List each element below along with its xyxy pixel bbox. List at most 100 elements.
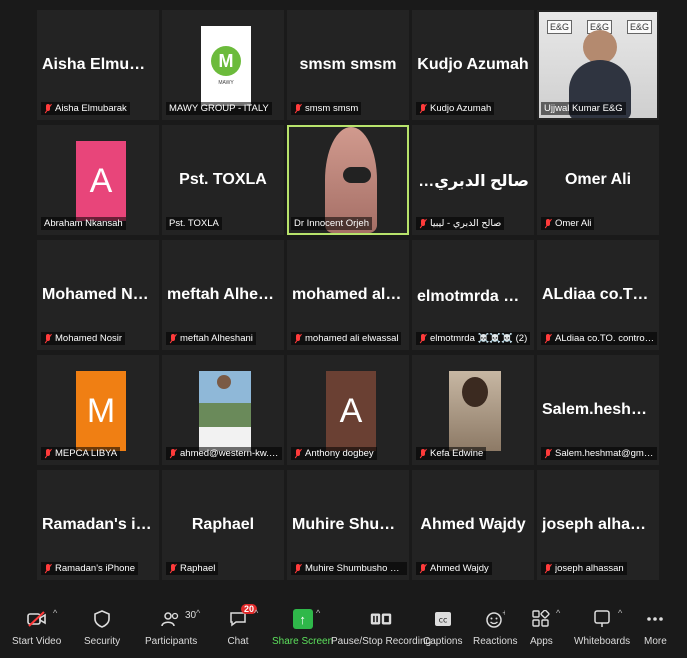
participant-tile[interactable]: Omer Ali Omer Ali [537, 125, 659, 235]
reactions-button[interactable]: + Reactions [473, 608, 517, 647]
pause-stop-icon [370, 608, 392, 630]
participant-display-name: Pst. TOXLA [179, 171, 267, 188]
nameplate: Muhire Shumbusho Christian [291, 562, 407, 575]
participant-tile[interactable]: Mohamed Nosir Mohamed Nosir [37, 240, 159, 350]
pause-stop-recording-button[interactable]: Pause/Stop Recording [331, 608, 431, 647]
participant-name: Anthony dogbey [305, 448, 374, 459]
participant-tile[interactable]: A Anthony dogbey [287, 355, 409, 465]
participant-tile[interactable]: Raphael Raphael [162, 470, 284, 580]
more-button[interactable]: More [644, 608, 667, 647]
share-screen-button[interactable]: ↑ Share Screen [272, 608, 333, 647]
apps-options-caret[interactable]: ^ [556, 608, 560, 618]
video-off-icon [26, 608, 48, 630]
participant-tile[interactable]: mohamed ali el... mohamed ali elwassal [287, 240, 409, 350]
participant-tile[interactable]: ALdiaa co.TO. c... ALdiaa co.TO. control… [537, 240, 659, 350]
emoji-icon: + [484, 608, 506, 630]
whiteboard-icon [591, 608, 613, 630]
participant-name: elmotmrda ☠️☠️☠️ (2) [430, 333, 528, 344]
participant-tile-active-speaker[interactable]: Dr Innocent Orjeh [287, 125, 409, 235]
participants-options-caret[interactable]: ^ [196, 608, 200, 618]
participants-button[interactable]: 30 Participants [145, 608, 197, 647]
nameplate: Anthony dogbey [291, 447, 377, 460]
share-options-caret[interactable]: ^ [316, 608, 320, 618]
mic-off-icon [544, 333, 552, 344]
participants-count: 30 [185, 610, 197, 621]
participant-name: Kefa Edwine [430, 448, 484, 459]
participant-name: Dr Innocent Orjeh [294, 218, 369, 229]
participant-tile[interactable]: Ramadan's iPho... Ramadan's iPhone [37, 470, 159, 580]
nameplate: MEPCA LIBYA [41, 447, 121, 460]
whiteboards-label: Whiteboards [574, 636, 631, 647]
mic-off-icon [544, 563, 552, 574]
mic-off-icon [294, 563, 302, 574]
captions-button[interactable]: cc Captions [423, 608, 462, 647]
svg-text:cc: cc [438, 616, 447, 625]
person-head [583, 30, 617, 64]
participant-name: Omer Ali [555, 218, 592, 229]
mawy-logo-icon: M [211, 46, 241, 76]
mic-off-icon [544, 448, 552, 459]
eg-logo: E&G [627, 20, 653, 34]
participant-tile[interactable]: Kudjo Azumah Kudjo Azumah [412, 10, 534, 120]
nameplate: elmotmrda ☠️☠️☠️ (2) [416, 332, 531, 345]
participant-name: Ahmed Wajdy [430, 563, 489, 574]
participant-tile[interactable]: Ahmed Wajdy Ahmed Wajdy [412, 470, 534, 580]
video-options-caret[interactable]: ^ [53, 608, 57, 618]
participant-name: Ramadan's iPhone [55, 563, 135, 574]
avatar: A [76, 141, 126, 221]
participant-tile[interactable]: Salem.heshmat... Salem.heshmat@gmail.com [537, 355, 659, 465]
participant-tile[interactable]: Kefa Edwine [412, 355, 534, 465]
participant-tile[interactable]: A Abraham Nkansah [37, 125, 159, 235]
chat-button[interactable]: 20 Chat [227, 604, 257, 647]
mic-off-icon [44, 103, 52, 114]
mic-off-icon [419, 563, 427, 574]
participant-tile[interactable]: smsm smsm smsm smsm [287, 10, 409, 120]
participant-display-name: meftah Alheshani [167, 286, 282, 303]
participant-tile[interactable]: ahmed@western-kw.com [162, 355, 284, 465]
participant-tile[interactable]: meftah Alheshani meftah Alheshani [162, 240, 284, 350]
participant-name: MEPCA LIBYA [55, 448, 118, 459]
participant-display-name: Ramadan's iPho... [42, 516, 157, 533]
share-screen-label: Share Screen [272, 636, 334, 647]
participant-tile[interactable]: Pst. TOXLA Pst. TOXLA [162, 125, 284, 235]
participant-tile[interactable]: E&G E&G E&G Ujjwal Kumar E&G [537, 10, 659, 120]
security-button[interactable]: Security [84, 608, 120, 647]
participant-tile[interactable]: M MEPCA LIBYA [37, 355, 159, 465]
participant-grid: Aisha Elmubarak Aisha Elmubarak M MAWY M… [37, 10, 659, 580]
mic-off-icon [294, 333, 302, 344]
eg-logo: E&G [547, 20, 573, 34]
participant-tile[interactable]: elmotmrda ☠️� elmotmrda ☠️☠️☠️ (2) [412, 240, 534, 350]
participant-tile[interactable]: M MAWY MAWY GROUP - ITALY [162, 10, 284, 120]
nameplate: Ujjwal Kumar E&G [541, 102, 626, 115]
mic-off-icon [419, 218, 427, 229]
participant-display-name: Aisha Elmubarak [42, 56, 157, 73]
participant-tile[interactable]: صالح الدبري - ليبيا صالح الدبري - ليبيا [412, 125, 534, 235]
reactions-label: Reactions [473, 636, 518, 647]
participant-name: Pst. TOXLA [169, 218, 219, 229]
participant-tile[interactable]: Muhire Shumb... Muhire Shumbusho Christi… [287, 470, 409, 580]
captions-label: Captions [423, 636, 463, 647]
apps-button[interactable]: Apps [530, 608, 553, 647]
nameplate: Aisha Elmubarak [41, 102, 130, 115]
participant-display-name: صالح الدبري - ليبيا [414, 173, 529, 190]
participant-display-name: Raphael [191, 516, 255, 533]
mic-off-icon [419, 103, 427, 114]
mic-off-icon [419, 333, 427, 344]
participant-display-name: Mohamed Nosir [42, 286, 157, 303]
participant-name: MAWY GROUP - ITALY [169, 103, 269, 114]
participant-name: ahmed@western-kw.com [180, 448, 281, 459]
participant-tile[interactable]: joseph alhassan joseph alhassan [537, 470, 659, 580]
mic-off-icon [544, 218, 552, 229]
pause-stop-recording-label: Pause/Stop Recording [331, 636, 432, 647]
nameplate: Dr Innocent Orjeh [291, 217, 372, 230]
apps-label: Apps [530, 636, 553, 647]
apps-icon [530, 608, 552, 630]
whiteboards-options-caret[interactable]: ^ [618, 608, 622, 618]
nameplate: Mohamed Nosir [41, 332, 126, 345]
shield-icon [91, 608, 113, 630]
chat-options-caret[interactable]: ^ [254, 608, 258, 618]
participant-tile[interactable]: Aisha Elmubarak Aisha Elmubarak [37, 10, 159, 120]
participant-display-name: joseph alhassan [542, 516, 657, 533]
security-label: Security [84, 636, 121, 647]
more-label: More [644, 636, 667, 647]
